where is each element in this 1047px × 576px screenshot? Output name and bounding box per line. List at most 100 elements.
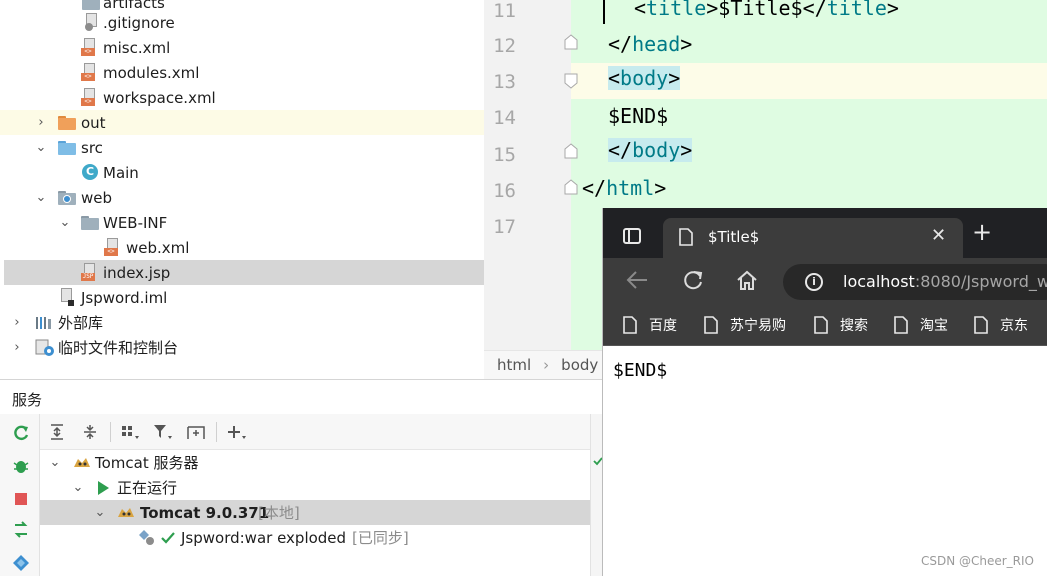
chevron-down-icon[interactable]: ⌄	[93, 505, 107, 520]
tree-item-web[interactable]: ⌄ web	[0, 185, 484, 210]
line-number: 16	[493, 180, 516, 202]
bookmark-suning[interactable]: 苏宁易购	[704, 314, 786, 336]
code-line-13: <body>	[608, 66, 681, 90]
new-tab-icon[interactable]: +	[972, 220, 992, 244]
collapse-all-icon[interactable]	[79, 421, 101, 443]
tree-item-gitignore[interactable]: .gitignore	[0, 10, 484, 35]
tree-item-workspace-xml[interactable]: <> workspace.xml	[0, 85, 484, 110]
fold-marker-icon[interactable]	[564, 179, 578, 195]
chevron-down-icon[interactable]: ⌄	[58, 215, 72, 230]
breadcrumb-html[interactable]: html	[497, 356, 531, 374]
page-icon	[704, 316, 718, 334]
watermark-text: CSDN @Cheer_RIO	[920, 554, 1034, 568]
services-icon[interactable]	[12, 554, 30, 572]
tree-item-misc-xml[interactable]: <> misc.xml	[0, 35, 484, 60]
close-tab-icon[interactable]: ✕	[931, 225, 946, 246]
chevron-right-icon[interactable]: ›	[10, 340, 24, 355]
service-tag: [本地]	[258, 504, 300, 522]
fold-marker-icon[interactable]	[564, 73, 578, 89]
tree-item-label: web.xml	[126, 238, 190, 257]
tree-item-label: index.jsp	[103, 263, 171, 282]
bookmarks-bar: 百度 苏宁易购 搜索 淘宝 京东	[603, 304, 1047, 346]
page-icon	[974, 316, 988, 334]
deploy-icon[interactable]	[12, 521, 30, 539]
breadcrumb-body[interactable]: body	[561, 356, 598, 374]
library-icon	[35, 315, 51, 331]
code-line-15: </body>	[608, 138, 693, 162]
service-running-group[interactable]: ⌄ 正在运行	[40, 475, 590, 500]
source-folder-icon	[58, 141, 76, 155]
browser-window: $Title$ ✕ + i localhost:8080/Jspword_wa …	[602, 208, 1047, 576]
tree-item-modules-xml[interactable]: <> modules.xml	[0, 60, 484, 85]
line-number: 12	[493, 35, 516, 57]
services-side-toolbar	[0, 414, 40, 576]
browser-tab[interactable]: $Title$ ✕	[663, 218, 963, 258]
line-number: 17	[493, 216, 516, 238]
tree-item-label: Jspword.iml	[81, 288, 168, 307]
chevron-right-icon[interactable]: ›	[34, 115, 48, 130]
tree-item-label: misc.xml	[103, 38, 171, 57]
add-service-icon[interactable]	[226, 421, 248, 443]
chevron-down-icon[interactable]: ⌄	[34, 190, 48, 205]
services-title: 服务	[12, 391, 43, 409]
tree-item-external-libraries[interactable]: › 外部库	[0, 310, 484, 335]
service-tomcat-instance[interactable]: ⌄ Tomcat 9.0.371 [本地]	[40, 500, 590, 525]
tree-item-main[interactable]: C Main	[0, 160, 484, 185]
line-number: 13	[493, 71, 516, 93]
folder-icon	[82, 0, 100, 10]
browser-tab-bar: $Title$ ✕ +	[603, 208, 1047, 258]
group-by-icon[interactable]	[120, 421, 142, 443]
new-tab-icon[interactable]	[185, 421, 207, 443]
home-icon[interactable]	[735, 269, 759, 291]
url-text: localhost:8080/Jspword_wa	[843, 272, 1047, 291]
bookmark-jd[interactable]: 京东	[974, 314, 1028, 336]
line-number: 11	[493, 0, 516, 22]
gitignore-file-icon	[83, 13, 99, 31]
tree-item-index-jsp[interactable]: JSP index.jsp	[4, 260, 484, 285]
service-label: Tomcat 服务器	[95, 454, 199, 472]
folder-icon	[58, 116, 76, 130]
site-info-icon[interactable]: i	[805, 273, 823, 291]
bookmark-taobao[interactable]: 淘宝	[894, 314, 948, 336]
tree-item-web-inf[interactable]: ⌄ WEB-INF	[0, 210, 484, 235]
filter-icon[interactable]	[152, 421, 174, 443]
tab-title: $Title$	[708, 228, 760, 246]
debug-icon[interactable]	[12, 457, 30, 475]
text-caret	[603, 0, 605, 24]
service-artifact[interactable]: Jspword:war exploded [已同步]	[40, 525, 590, 550]
code-line-14: $END$	[608, 104, 669, 128]
scratches-icon	[35, 339, 54, 356]
service-tag: [已同步]	[352, 529, 409, 547]
class-icon: C	[82, 164, 98, 180]
tree-item-jspword-iml[interactable]: Jspword.iml	[0, 285, 484, 310]
bookmark-search[interactable]: 搜索	[814, 314, 868, 336]
tomcat-icon	[74, 458, 90, 467]
tree-item-scratches[interactable]: › 临时文件和控制台	[0, 335, 484, 360]
back-icon[interactable]	[625, 269, 649, 291]
project-tool-window: artifacts .gitignore <> misc.xml <> modu…	[0, 0, 484, 379]
bookmark-baidu[interactable]: 百度	[623, 314, 677, 336]
tree-item-src[interactable]: ⌄ src	[0, 135, 484, 160]
refresh-icon[interactable]	[681, 269, 705, 291]
fold-marker-icon[interactable]	[564, 34, 578, 50]
fold-marker-icon[interactable]	[564, 143, 578, 159]
rerun-icon[interactable]	[12, 424, 30, 442]
service-label: Jspword:war exploded	[181, 528, 347, 547]
stop-icon[interactable]	[15, 493, 27, 505]
tab-actions-icon[interactable]	[623, 228, 641, 244]
tree-item-out[interactable]: › out	[0, 110, 484, 135]
address-bar[interactable]: i localhost:8080/Jspword_wa	[783, 264, 1047, 300]
chevron-down-icon[interactable]: ⌄	[71, 480, 85, 495]
expand-all-icon[interactable]	[46, 421, 68, 443]
xml-file-icon: <>	[81, 88, 97, 106]
line-number: 14	[493, 107, 516, 129]
folder-icon	[81, 216, 99, 230]
tree-item-label: 临时文件和控制台	[58, 339, 179, 357]
tree-item-label: workspace.xml	[103, 88, 216, 107]
chevron-down-icon[interactable]: ⌄	[34, 140, 48, 155]
chevron-down-icon[interactable]: ⌄	[48, 455, 62, 470]
line-number: 15	[493, 144, 516, 166]
tree-item-web-xml[interactable]: <> web.xml	[0, 235, 484, 260]
chevron-right-icon[interactable]: ›	[10, 315, 24, 330]
service-tomcat-server[interactable]: ⌄ Tomcat 服务器	[40, 450, 590, 475]
